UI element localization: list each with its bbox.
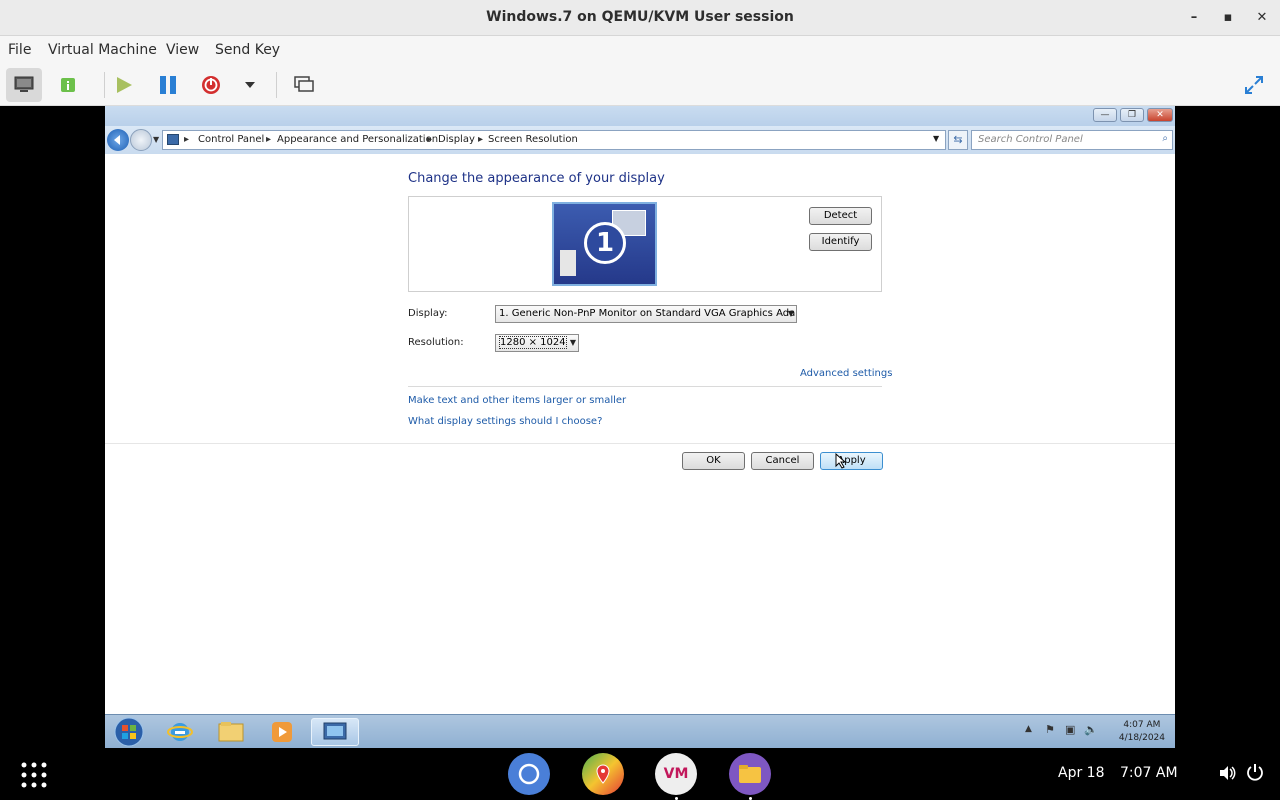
screen-resolution-panel: Change the appearance of your display 1 …: [105, 154, 1175, 714]
fullscreen-icon[interactable]: [1236, 68, 1272, 102]
screenshot-icon[interactable]: [286, 68, 322, 102]
toolbar: [0, 64, 1280, 106]
close-button[interactable]: ✕: [1253, 9, 1271, 27]
guest-minimize-button[interactable]: —: [1093, 108, 1117, 122]
control-panel-taskbar-icon[interactable]: [311, 718, 359, 746]
monitor-icon[interactable]: [6, 68, 42, 102]
resolution-label: Resolution:: [408, 337, 464, 348]
menu-file[interactable]: File: [8, 42, 31, 58]
play-icon[interactable]: [106, 68, 142, 102]
guest-screen: — ❐ ✕ ▼ ▸ Control Panel ▸ Appearance and…: [105, 106, 1175, 748]
apply-button[interactable]: Apply: [820, 452, 883, 470]
breadcrumb-display[interactable]: Display: [438, 134, 475, 145]
minimize-button[interactable]: –: [1185, 9, 1203, 27]
dock: VM Apr 18 7:07 AM: [0, 748, 1280, 800]
start-button[interactable]: [109, 717, 149, 747]
network-icon[interactable]: ▣: [1065, 723, 1075, 736]
maps-icon[interactable]: [582, 753, 624, 795]
identify-button[interactable]: Identify: [809, 233, 872, 251]
search-icon[interactable]: ⌕: [1162, 133, 1168, 144]
guest-clock[interactable]: 4:07 AM 4/18/2024: [1119, 719, 1165, 745]
menubar: File Virtual Machine View Send Key: [0, 36, 1280, 64]
action-center-flag-icon[interactable]: ⚑: [1045, 723, 1055, 736]
text-size-link[interactable]: Make text and other items larger or smal…: [408, 395, 626, 406]
chevron-down-icon[interactable]: [232, 68, 268, 102]
guest-taskbar: ▲ ⚑ ▣ 🔈 4:07 AM 4/18/2024: [105, 714, 1175, 748]
address-dropdown-icon[interactable]: ▼: [933, 134, 939, 143]
guest-close-button[interactable]: ✕: [1147, 108, 1173, 122]
page-title: Change the appearance of your display: [408, 171, 665, 186]
guest-restore-button[interactable]: ❐: [1120, 108, 1144, 122]
dock-time[interactable]: 7:07 AM: [1120, 765, 1178, 781]
power-icon[interactable]: [1246, 763, 1264, 785]
media-player-icon[interactable]: [262, 718, 302, 746]
back-icon[interactable]: [107, 129, 129, 151]
breadcrumb-control-panel[interactable]: Control Panel: [198, 134, 264, 145]
display-select[interactable]: 1. Generic Non-PnP Monitor on Standard V…: [495, 305, 797, 323]
breadcrumb-appearance[interactable]: Appearance and Personalization: [277, 134, 438, 145]
maximize-button[interactable]: ▪: [1219, 9, 1237, 27]
menu-virtual-machine[interactable]: Virtual Machine: [48, 42, 157, 58]
virt-manager-icon[interactable]: VM: [655, 753, 697, 795]
files-icon[interactable]: [729, 753, 771, 795]
footer-divider: [105, 443, 1175, 444]
divider: [408, 386, 882, 387]
mouse-cursor-icon: [835, 452, 847, 473]
details-icon[interactable]: [50, 68, 86, 102]
dock-date[interactable]: Apr 18: [1058, 765, 1104, 781]
tray-expand-icon[interactable]: ▲: [1025, 724, 1032, 734]
display-settings-help-link[interactable]: What display settings should I choose?: [408, 416, 602, 427]
app-grid-icon[interactable]: [20, 761, 48, 793]
resolution-select-chevron-icon: ▼: [569, 338, 576, 347]
chromium-icon[interactable]: [508, 753, 550, 795]
ok-button[interactable]: OK: [682, 452, 745, 470]
power-icon[interactable]: [193, 68, 229, 102]
cancel-button[interactable]: Cancel: [751, 452, 814, 470]
display-select-chevron-icon: ▼: [787, 309, 794, 318]
monitor-1-thumbnail[interactable]: 1: [552, 202, 657, 286]
display-label: Display:: [408, 308, 448, 319]
window-titlebar: Windows.7 on QEMU/KVM User session – ▪ ✕: [0, 0, 1280, 36]
address-row: ▼ ▸ Control Panel ▸ Appearance and Perso…: [105, 126, 1175, 154]
volume-icon[interactable]: 🔈: [1084, 723, 1098, 736]
search-input[interactable]: Search Control Panel ⌕: [971, 130, 1173, 150]
advanced-settings-link[interactable]: Advanced settings: [800, 368, 892, 379]
breadcrumb-screen-resolution[interactable]: Screen Resolution: [488, 134, 578, 145]
address-bar[interactable]: ▸ Control Panel ▸ Appearance and Persona…: [162, 130, 946, 150]
recent-pages-chevron-icon[interactable]: ▼: [153, 135, 159, 144]
refresh-icon[interactable]: ⇆: [948, 130, 968, 150]
menu-send-key[interactable]: Send Key: [215, 42, 280, 58]
monitor-number: 1: [584, 222, 626, 264]
control-panel-icon: [167, 134, 179, 145]
forward-icon[interactable]: [130, 129, 152, 151]
explorer-caption-bar: — ❐ ✕: [105, 106, 1175, 126]
resolution-select[interactable]: 1280 × 1024 ▼: [495, 334, 579, 352]
volume-icon[interactable]: [1218, 764, 1236, 786]
window-title: Windows.7 on QEMU/KVM User session: [486, 9, 794, 25]
pause-icon[interactable]: [150, 68, 186, 102]
detect-button[interactable]: Detect: [809, 207, 872, 225]
menu-view[interactable]: View: [166, 42, 199, 58]
internet-explorer-icon[interactable]: [160, 718, 200, 746]
monitor-preview-box: 1 Detect Identify: [408, 196, 882, 292]
windows-explorer-icon[interactable]: [211, 718, 251, 746]
